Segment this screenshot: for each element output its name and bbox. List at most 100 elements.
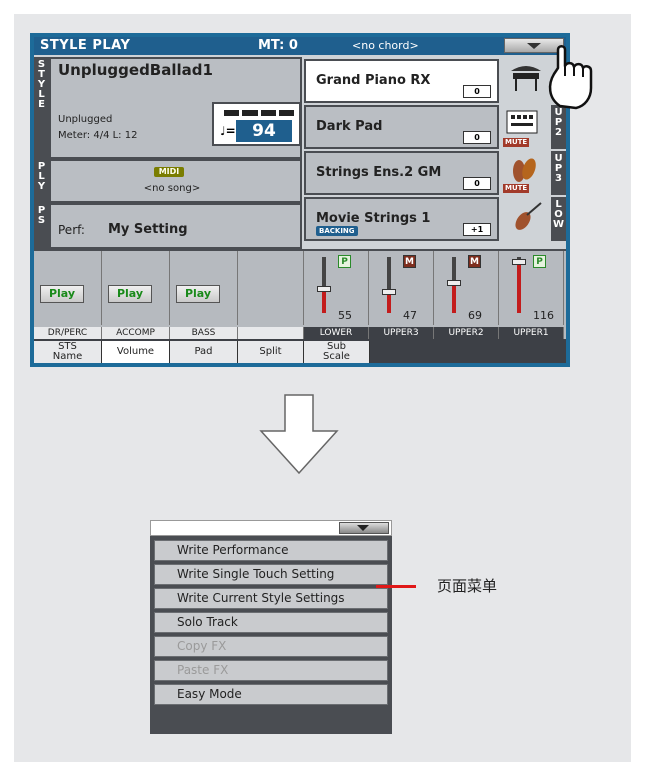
octave-badge: 0	[463, 131, 491, 144]
performance-tab[interactable]: P S	[34, 203, 49, 249]
volume-value: 55	[338, 309, 352, 322]
chord-readout: <no chord>	[352, 39, 419, 52]
sound-name: Strings Ens.2 GM	[316, 165, 442, 180]
tempo-note-icon: ♩=	[220, 124, 236, 138]
upper3-tab-label: U P 3	[554, 153, 563, 184]
callout-label: 页面菜单	[437, 577, 498, 595]
label-empty	[238, 327, 304, 339]
play-button-bass[interactable]: Play	[176, 285, 220, 303]
callout-line	[376, 585, 416, 588]
play-status-button[interactable]: P	[338, 255, 351, 268]
master-transpose: MT: 0	[258, 38, 298, 53]
channel-label: UPPER1	[499, 327, 564, 339]
menu-item[interactable]: Write Performance	[154, 540, 388, 561]
style-name: UnpluggedBallad1	[58, 61, 213, 79]
upper3-tab[interactable]: U P 3	[551, 151, 566, 195]
fader-knob[interactable]	[447, 280, 461, 286]
channel-upper3: M 47	[369, 251, 434, 325]
tempo-box[interactable]: ♩= 94	[212, 102, 301, 146]
channel-label: UPPER2	[434, 327, 499, 339]
performance-label: Perf:	[58, 223, 85, 237]
menu-header	[150, 520, 392, 536]
midi-badge: MIDI	[154, 167, 184, 177]
menu-item: Copy FX	[154, 636, 388, 657]
channel-empty	[238, 251, 304, 325]
menu-item[interactable]: Solo Track	[154, 612, 388, 633]
page-menu: Write Performance Write Single Touch Sett…	[150, 536, 392, 734]
chevron-down-icon	[527, 43, 541, 49]
pointing-hand-icon	[548, 45, 593, 110]
fader-knob[interactable]	[317, 286, 331, 292]
sound-upper2[interactable]: Dark Pad 0	[304, 105, 499, 149]
sound-upper1[interactable]: Grand Piano RX 0	[304, 59, 499, 103]
tab-pad[interactable]: Pad	[170, 341, 238, 363]
style-bank: Unplugged	[58, 114, 113, 125]
mute-badge: MUTE	[503, 184, 530, 193]
beat-indicator	[224, 110, 294, 116]
mute-button[interactable]: M	[468, 255, 481, 268]
mode-title: STYLE PLAY	[40, 38, 131, 53]
arrow-down-icon	[259, 394, 339, 475]
chevron-down-icon	[357, 525, 369, 531]
sound-name: Grand Piano RX	[316, 73, 431, 88]
play-button-accomp[interactable]: Play	[108, 285, 152, 303]
tab-volume[interactable]: Volume	[102, 341, 170, 363]
sound-lower[interactable]: Movie Strings 1 BACKING +1	[304, 197, 499, 241]
tab-sub-scale[interactable]: Sub Scale	[304, 341, 370, 363]
channel-label: UPPER3	[369, 327, 434, 339]
fader-knob[interactable]	[512, 259, 526, 265]
performance-tab-label: P S	[37, 205, 46, 226]
lower-tab-label: L O W	[552, 199, 565, 230]
menu-item: Paste FX	[154, 660, 388, 681]
mute-button[interactable]: M	[403, 255, 416, 268]
player-tab-label: P L Y	[37, 161, 46, 192]
channel-upper1: P 116	[499, 251, 564, 325]
title-bar: STYLE PLAY MT: 0 <no chord>	[34, 37, 566, 55]
tempo-value[interactable]: 94	[236, 120, 292, 142]
strings-icon: MUTE	[501, 151, 551, 195]
volume-value: 47	[403, 309, 417, 322]
channel-lower: P 55	[304, 251, 369, 325]
channel-accomp: Play	[102, 251, 170, 325]
backing-badge: BACKING	[316, 226, 358, 236]
sound-upper3[interactable]: Strings Ens.2 GM 0	[304, 151, 499, 195]
keyboard-display: STYLE PLAY MT: 0 <no chord> S T Y L E Un…	[30, 33, 570, 367]
play-button-drperc[interactable]: Play	[40, 285, 84, 303]
label-bass: BASS	[170, 327, 238, 339]
volume-value: 69	[468, 309, 482, 322]
channel-label: LOWER	[304, 327, 369, 339]
fader-knob[interactable]	[382, 289, 396, 295]
volume-level	[517, 262, 521, 313]
song-name: <no song>	[143, 183, 201, 194]
volume-level	[387, 292, 391, 313]
label-drperc: DR/PERC	[34, 327, 102, 339]
menu-item[interactable]: Easy Mode	[154, 684, 388, 705]
channel-drperc: Play	[34, 251, 102, 325]
mute-badge: MUTE	[503, 138, 530, 147]
player-tab[interactable]: P L Y	[34, 159, 49, 203]
label-accomp: ACCOMP	[102, 327, 170, 339]
style-tab[interactable]: S T Y L E	[34, 57, 49, 159]
volume-value: 116	[533, 309, 554, 322]
tab-split[interactable]: Split	[238, 341, 304, 363]
mixer-panel: Play Play Play DR/PERC ACCOMP BASS P 55 LO…	[34, 249, 566, 341]
play-status-button[interactable]: P	[533, 255, 546, 268]
menu-item[interactable]: Write Single Touch Setting	[154, 564, 388, 585]
sound-name: Dark Pad	[316, 119, 383, 134]
octave-badge: 0	[463, 85, 491, 98]
menu-item[interactable]: Write Current Style Settings	[154, 588, 388, 609]
channel-upper2: M 69	[434, 251, 499, 325]
style-meter: Meter: 4/4 L: 12	[58, 130, 138, 141]
performance-name: My Setting	[108, 222, 188, 237]
tab-sts-name[interactable]: STS Name	[34, 341, 102, 363]
violin-icon	[501, 197, 551, 241]
sound-name: Movie Strings 1	[316, 211, 431, 226]
player-box[interactable]	[49, 159, 302, 203]
tab-bar: STS Name Volume Pad Split Sub Scale	[34, 339, 566, 363]
octave-badge: +1	[463, 223, 491, 236]
lower-tab[interactable]: L O W	[551, 197, 566, 241]
volume-level	[322, 289, 326, 313]
octave-badge: 0	[463, 177, 491, 190]
volume-level	[452, 283, 456, 313]
page-menu-button[interactable]	[339, 522, 389, 534]
